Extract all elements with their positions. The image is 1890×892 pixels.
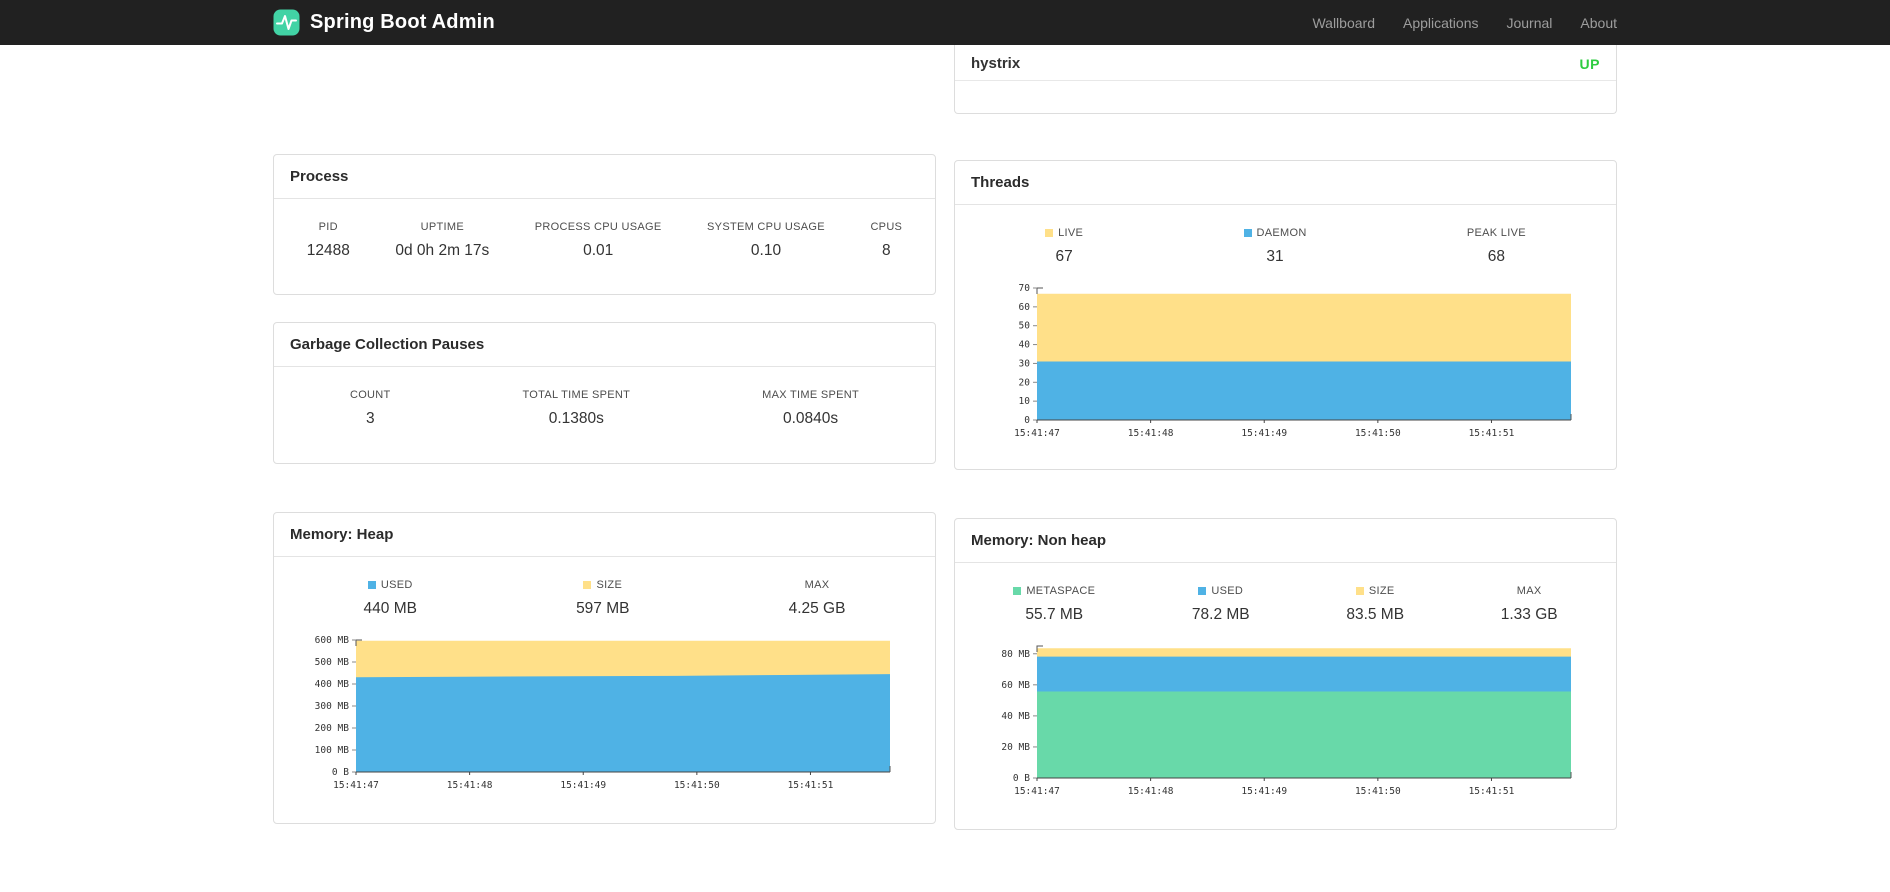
svg-text:15:41:48: 15:41:48 bbox=[447, 780, 493, 791]
threads-chart: 0 10 20 30 40 50 60 70 15:41:47 15:41:48 15:41:49 1… bbox=[1014, 283, 1572, 439]
svg-text:15:41:50: 15:41:50 bbox=[674, 780, 720, 791]
svg-text:40 MB: 40 MB bbox=[1001, 711, 1030, 722]
legend-threads-daemon: DAEMON 31 bbox=[1243, 227, 1307, 266]
main-content: Process PID 12488 UPTIME 0d 0h 2m 17s PR… bbox=[273, 45, 1617, 830]
nonheap-legend: METASPACE 55.7 MB USED 78.2 MB SIZE 83.5… bbox=[955, 563, 1616, 624]
svg-text:15:41:47: 15:41:47 bbox=[333, 780, 379, 791]
heap-size-swatch bbox=[583, 581, 592, 589]
svg-text:15:41:48: 15:41:48 bbox=[1128, 428, 1174, 439]
process-card-title: Process bbox=[274, 155, 935, 199]
stat-system-cpu-usage: SYSTEM CPU USAGE 0.10 bbox=[707, 221, 825, 259]
memory-heap-card-title: Memory: Heap bbox=[274, 513, 935, 557]
memory-nonheap-chart: 0 B 20 MB 40 MB 60 MB 80 MB 15:41:47 15:41:48 1… bbox=[1001, 645, 1572, 797]
svg-text:15:41:47: 15:41:47 bbox=[1014, 786, 1060, 797]
threads-card-title: Threads bbox=[955, 161, 1616, 205]
svg-text:15:41:48: 15:41:48 bbox=[1128, 786, 1174, 797]
svg-text:600 MB: 600 MB bbox=[315, 635, 350, 646]
svg-text:15:41:47: 15:41:47 bbox=[1014, 428, 1060, 439]
brand-link[interactable]: Spring Boot Admin bbox=[273, 9, 495, 36]
memory-heap-card: Memory: Heap USED 440 MB SIZE 597 MB MAX… bbox=[273, 512, 936, 824]
spring-boot-admin-logo-icon bbox=[273, 9, 300, 36]
svg-text:500 MB: 500 MB bbox=[315, 657, 350, 668]
legend-nonheap-size: SIZE 83.5 MB bbox=[1346, 585, 1405, 623]
gc-stats: COUNT 3 TOTAL TIME SPENT 0.1380s MAX TIM… bbox=[274, 367, 935, 428]
stat-gc-total-time: TOTAL TIME SPENT 0.1380s bbox=[522, 389, 631, 427]
svg-text:15:41:49: 15:41:49 bbox=[1241, 786, 1287, 797]
legend-heap-size: SIZE 597 MB bbox=[576, 579, 630, 617]
stat-gc-count: COUNT 3 bbox=[349, 389, 391, 427]
svg-text:10: 10 bbox=[1019, 396, 1031, 407]
legend-nonheap-metaspace: METASPACE 55.7 MB bbox=[1013, 585, 1095, 624]
legend-threads-live: LIVE 67 bbox=[1045, 227, 1083, 266]
svg-text:300 MB: 300 MB bbox=[315, 701, 350, 712]
threads-live-swatch bbox=[1045, 229, 1054, 237]
svg-text:0: 0 bbox=[1024, 415, 1030, 426]
heap-legend: USED 440 MB SIZE 597 MB MAX 4.25 GB bbox=[274, 557, 935, 618]
memory-heap-chart: 0 B 100 MB 200 MB 300 MB 400 MB 500 MB 600 MB 1… bbox=[315, 635, 891, 791]
svg-text:50: 50 bbox=[1019, 321, 1031, 332]
svg-text:80 MB: 80 MB bbox=[1001, 649, 1030, 660]
svg-text:30: 30 bbox=[1019, 358, 1031, 369]
legend-heap-max: MAX 4.25 GB bbox=[788, 579, 846, 617]
svg-text:15:41:51: 15:41:51 bbox=[1469, 428, 1515, 439]
stat-cpus: CPUS 8 bbox=[870, 221, 903, 259]
nav-links: Wallboard Applications Journal About bbox=[1312, 15, 1617, 31]
legend-nonheap-used: USED 78.2 MB bbox=[1191, 585, 1250, 623]
svg-text:15:41:50: 15:41:50 bbox=[1355, 786, 1401, 797]
stat-pid: PID 12488 bbox=[306, 221, 350, 259]
nav-item-journal[interactable]: Journal bbox=[1506, 15, 1552, 31]
legend-heap-used: USED 440 MB bbox=[363, 579, 417, 617]
svg-text:15:41:49: 15:41:49 bbox=[1241, 428, 1287, 439]
nav-item-applications[interactable]: Applications bbox=[1403, 15, 1479, 31]
svg-text:60 MB: 60 MB bbox=[1001, 680, 1030, 691]
application-status-card: hystrix UP bbox=[954, 45, 1617, 114]
process-card: Process PID 12488 UPTIME 0d 0h 2m 17s PR… bbox=[273, 154, 936, 295]
heap-chart-wrap: 0 B 100 MB 200 MB 300 MB 400 MB 500 MB 600 MB 1… bbox=[274, 618, 935, 798]
svg-text:60: 60 bbox=[1019, 302, 1031, 313]
svg-text:20: 20 bbox=[1019, 377, 1031, 388]
memory-nonheap-card-title: Memory: Non heap bbox=[955, 519, 1616, 563]
memory-nonheap-card: Memory: Non heap METASPACE 55.7 MB USED … bbox=[954, 518, 1617, 830]
application-status-badge: UP bbox=[1579, 55, 1600, 72]
nonheap-metaspace-swatch bbox=[1013, 587, 1022, 595]
svg-text:70: 70 bbox=[1019, 283, 1031, 294]
stat-uptime: UPTIME 0d 0h 2m 17s bbox=[395, 221, 490, 259]
brand-title: Spring Boot Admin bbox=[310, 11, 495, 33]
application-row[interactable]: hystrix UP bbox=[955, 49, 1616, 81]
svg-text:0 B: 0 B bbox=[1013, 773, 1030, 784]
svg-text:15:41:49: 15:41:49 bbox=[560, 780, 606, 791]
svg-text:400 MB: 400 MB bbox=[315, 679, 350, 690]
svg-text:0 B: 0 B bbox=[332, 767, 349, 778]
garbage-collection-card: Garbage Collection Pauses COUNT 3 TOTAL … bbox=[273, 322, 936, 464]
svg-text:40: 40 bbox=[1019, 340, 1031, 351]
heap-used-swatch bbox=[367, 581, 376, 589]
application-name: hystrix bbox=[971, 55, 1021, 72]
nav-item-about[interactable]: About bbox=[1580, 15, 1617, 31]
stat-process-cpu-usage: PROCESS CPU USAGE 0.01 bbox=[534, 221, 662, 259]
legend-nonheap-max: MAX 1.33 GB bbox=[1500, 585, 1558, 623]
svg-text:200 MB: 200 MB bbox=[315, 723, 350, 734]
nav-item-wallboard[interactable]: Wallboard bbox=[1312, 15, 1375, 31]
garbage-collection-card-title: Garbage Collection Pauses bbox=[274, 323, 935, 367]
svg-text:15:41:50: 15:41:50 bbox=[1355, 428, 1401, 439]
nonheap-chart-wrap: 0 B 20 MB 40 MB 60 MB 80 MB 15:41:47 15:41:48 1… bbox=[955, 624, 1616, 804]
threads-chart-wrap: 0 10 20 30 40 50 60 70 15:41:47 15:41:48 15:41:49 1… bbox=[955, 266, 1616, 446]
threads-legend: LIVE 67 DAEMON 31 PEAK LIVE 68 bbox=[955, 205, 1616, 266]
threads-card: Threads LIVE 67 DAEMON 31 PEAK LIVE 68 0… bbox=[954, 160, 1617, 470]
navbar: Spring Boot Admin Wallboard Applications… bbox=[0, 0, 1890, 45]
threads-daemon-swatch bbox=[1243, 229, 1252, 237]
nonheap-used-swatch bbox=[1198, 587, 1207, 595]
svg-text:20 MB: 20 MB bbox=[1001, 742, 1030, 753]
legend-threads-peak-live: PEAK LIVE 68 bbox=[1466, 227, 1526, 265]
svg-text:15:41:51: 15:41:51 bbox=[788, 780, 834, 791]
svg-text:100 MB: 100 MB bbox=[315, 745, 350, 756]
nonheap-size-swatch bbox=[1355, 587, 1364, 595]
stat-gc-max-time: MAX TIME SPENT 0.0840s bbox=[762, 389, 860, 427]
left-column: Process PID 12488 UPTIME 0d 0h 2m 17s PR… bbox=[273, 45, 936, 830]
svg-text:15:41:51: 15:41:51 bbox=[1469, 786, 1515, 797]
process-stats: PID 12488 UPTIME 0d 0h 2m 17s PROCESS CP… bbox=[274, 199, 935, 260]
right-column: hystrix UP Threads LIVE 67 DAEMON 31 PEA… bbox=[954, 45, 1617, 830]
